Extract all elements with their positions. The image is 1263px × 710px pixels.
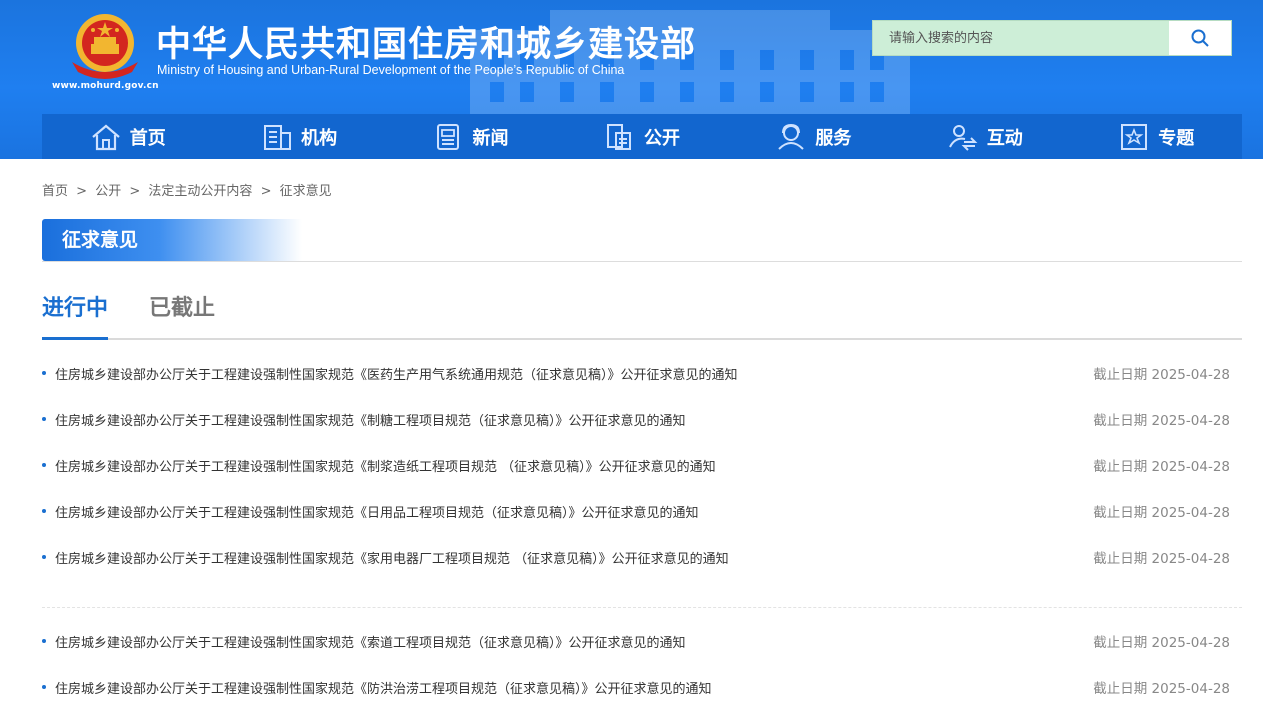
- bullet-icon: [42, 463, 46, 467]
- site-title[interactable]: 中华人民共和国住房和城乡建设部: [156, 16, 696, 67]
- nav-item-service[interactable]: 服务: [728, 114, 899, 159]
- status-tabs: 进行中 已截止: [42, 292, 1242, 340]
- bullet-icon: [42, 685, 46, 689]
- breadcrumb-separator: >: [76, 184, 88, 199]
- interaction-icon: [948, 124, 978, 151]
- item-deadline: 截止日期 2025-04-28: [1093, 635, 1230, 651]
- nav-label: 服务: [815, 127, 852, 149]
- nav-label: 机构: [301, 127, 338, 149]
- list-item[interactable]: 住房城乡建设部办公厅关于工程建设强制性国家规范《防洪治涝工程项目规范（征求意见稿…: [42, 664, 1242, 710]
- nav-label: 新闻: [472, 127, 509, 149]
- breadcrumb-item-public[interactable]: 公开: [95, 184, 121, 199]
- section-title: 征求意见: [42, 219, 302, 261]
- list-item[interactable]: 住房城乡建设部办公厅关于工程建设强制性国家规范《制糖工程项目规范（征求意见稿）》…: [42, 396, 1242, 442]
- item-title[interactable]: 住房城乡建设部办公厅关于工程建设强制性国家规范《家用电器厂工程项目规范 （征求意…: [55, 548, 1242, 567]
- bullet-icon: [42, 555, 46, 559]
- home-icon: [91, 124, 120, 150]
- site-subtitle: Ministry of Housing and Urban-Rural Deve…: [157, 63, 625, 77]
- nav-item-interaction[interactable]: 互动: [899, 114, 1070, 159]
- tab-in-progress[interactable]: 进行中: [42, 292, 108, 340]
- nav-label: 公开: [643, 127, 680, 149]
- section-header: 征求意见: [42, 219, 1242, 262]
- breadcrumb-separator: >: [129, 184, 141, 199]
- item-deadline: 截止日期 2025-04-28: [1093, 681, 1230, 697]
- building-icon: [264, 124, 292, 150]
- site-url: www.mohurd.gov.cn: [52, 81, 159, 91]
- breadcrumb-item-statutory[interactable]: 法定主动公开内容: [148, 184, 252, 199]
- item-title[interactable]: 住房城乡建设部办公厅关于工程建设强制性国家规范《制糖工程项目规范（征求意见稿）》…: [55, 410, 1242, 429]
- breadcrumb-separator: >: [260, 184, 272, 199]
- national-emblem-icon[interactable]: [62, 10, 148, 86]
- item-deadline: 截止日期 2025-04-28: [1093, 459, 1230, 475]
- bullet-icon: [42, 639, 46, 643]
- bullet-icon: [42, 371, 46, 375]
- breadcrumb-item-current[interactable]: 征求意见: [280, 184, 332, 199]
- item-deadline: 截止日期 2025-04-28: [1093, 551, 1230, 567]
- main-nav: 首页 机构 新闻 公开 服务 互动 专题: [42, 114, 1242, 159]
- list-item[interactable]: 住房城乡建设部办公厅关于工程建设强制性国家规范《家用电器厂工程项目规范 （征求意…: [42, 534, 1242, 580]
- item-title[interactable]: 住房城乡建设部办公厅关于工程建设强制性国家规范《日用品工程项目规范（征求意见稿）…: [55, 502, 1242, 521]
- topic-star-icon: [1121, 123, 1148, 150]
- item-deadline: 截止日期 2025-04-28: [1093, 505, 1230, 521]
- item-title[interactable]: 住房城乡建设部办公厅关于工程建设强制性国家规范《防洪治涝工程项目规范（征求意见稿…: [55, 678, 1242, 697]
- list-item[interactable]: 住房城乡建设部办公厅关于工程建设强制性国家规范《日用品工程项目规范（征求意见稿）…: [42, 488, 1242, 534]
- nav-label: 互动: [986, 127, 1023, 149]
- bullet-icon: [42, 417, 46, 421]
- nav-item-news[interactable]: 新闻: [385, 114, 556, 159]
- list-group-divider: [42, 580, 1242, 608]
- nav-item-home[interactable]: 首页: [42, 114, 213, 159]
- breadcrumb-item-home[interactable]: 首页: [42, 184, 68, 199]
- document-icon: [606, 123, 631, 150]
- bullet-icon: [42, 509, 46, 513]
- search-input[interactable]: [873, 21, 1171, 55]
- item-title[interactable]: 住房城乡建设部办公厅关于工程建设强制性国家规范《医药生产用气系统通用规范（征求意…: [55, 364, 1242, 383]
- nav-item-organization[interactable]: 机构: [213, 114, 384, 159]
- consultation-list: 住房城乡建设部办公厅关于工程建设强制性国家规范《医药生产用气系统通用规范（征求意…: [42, 350, 1242, 710]
- nav-item-public[interactable]: 公开: [556, 114, 727, 159]
- tab-closed[interactable]: 已截止: [149, 292, 215, 340]
- list-item[interactable]: 住房城乡建设部办公厅关于工程建设强制性国家规范《制浆造纸工程项目规范 （征求意见…: [42, 442, 1242, 488]
- search-button[interactable]: [1169, 21, 1231, 55]
- list-item[interactable]: 住房城乡建设部办公厅关于工程建设强制性国家规范《索道工程项目规范（征求意见稿）》…: [42, 618, 1242, 664]
- breadcrumb: 首页 > 公开 > 法定主动公开内容 > 征求意见: [42, 180, 332, 199]
- news-icon: [436, 123, 459, 150]
- search-icon: [1191, 29, 1209, 47]
- nav-item-topics[interactable]: 专题: [1071, 114, 1242, 159]
- nav-label: 首页: [129, 127, 166, 149]
- item-title[interactable]: 住房城乡建设部办公厅关于工程建设强制性国家规范《索道工程项目规范（征求意见稿）》…: [55, 632, 1242, 651]
- item-title[interactable]: 住房城乡建设部办公厅关于工程建设强制性国家规范《制浆造纸工程项目规范 （征求意见…: [55, 456, 1242, 475]
- item-deadline: 截止日期 2025-04-28: [1093, 413, 1230, 429]
- search-box: [872, 20, 1232, 56]
- item-deadline: 截止日期 2025-04-28: [1093, 367, 1230, 383]
- list-item[interactable]: 住房城乡建设部办公厅关于工程建设强制性国家规范《医药生产用气系统通用规范（征求意…: [42, 350, 1242, 396]
- nav-label: 专题: [1158, 127, 1195, 149]
- service-icon: [778, 123, 805, 150]
